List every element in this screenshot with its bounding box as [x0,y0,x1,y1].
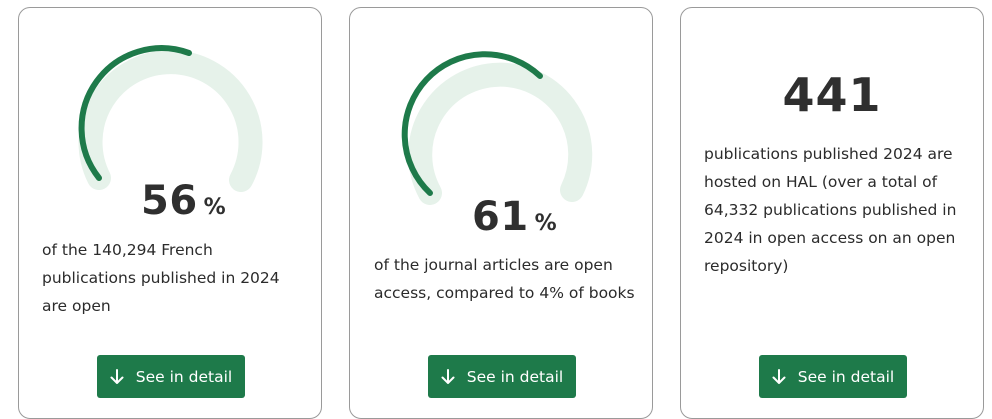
button-label: See in detail [466,367,564,386]
gauge [401,51,593,205]
percentage-unit: % [534,211,558,236]
button-label: See in detail [797,367,895,386]
see-in-detail-button[interactable]: See in detail [759,355,907,398]
gauge-track [408,62,593,205]
card-description: of the 140,294 French publications publi… [42,241,280,315]
arrow-down-icon [441,368,455,385]
card-description: publications published 2024 are hosted o… [704,145,957,275]
open-publications-card: 56% of the 140,294 French publications p… [18,7,322,419]
percentage-unit: % [203,195,227,220]
publication-count: 441 [782,68,882,122]
gauge-track [78,50,263,192]
arrow-down-icon [772,368,786,385]
see-in-detail-button[interactable]: See in detail [428,355,576,398]
card-description: of the journal articles are open access,… [374,256,635,302]
journal-articles-card: 61% of the journal articles are open acc… [349,7,653,419]
percentage-number: 61 [472,194,529,240]
see-in-detail-button[interactable]: See in detail [97,355,245,398]
arrow-down-icon [110,368,124,385]
percentage-number: 56 [141,178,198,224]
percentage-value: 61% [472,194,557,240]
percentage-value: 56% [141,178,226,224]
hal-publications-card: 441 publications published 2024 are host… [680,7,984,419]
button-label: See in detail [135,367,233,386]
